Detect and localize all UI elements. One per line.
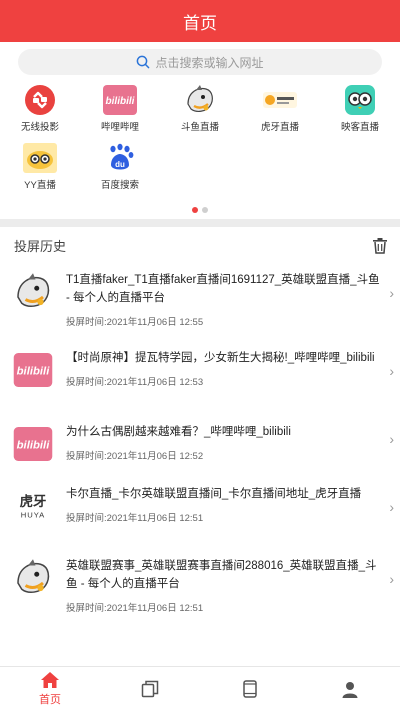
copy-icon (141, 680, 159, 698)
app-label: 虎牙直播 (260, 122, 299, 133)
bilibili-icon: bilibili (12, 423, 54, 465)
history-item-title: T1直播faker_T1直播faker直播间1691127_英雄联盟直播_斗鱼 … (66, 274, 380, 304)
app-cast[interactable]: 无线投影 (0, 85, 80, 143)
app-huya[interactable]: 虎牙直播 (240, 85, 320, 143)
history-item[interactable]: bilibili 为什么古偶剧越来越难看？_哔哩哔哩_bilibili 投屏时间… (0, 423, 400, 471)
tab-home-label: 首页 (39, 694, 61, 706)
tab-profile[interactable] (300, 667, 400, 711)
history-item-title: 卡尔直播_卡尔英雄联盟直播间_卡尔直播间地址_虎牙直播 (66, 488, 362, 500)
chevron-right-icon: › (389, 499, 394, 515)
history-item-time: 投屏时间:2021年11月06日 12:53 (66, 377, 204, 388)
page-dot (202, 207, 208, 213)
history-item-time: 投屏时间:2021年11月06日 12:51 (66, 603, 204, 614)
section-divider (0, 219, 400, 227)
svg-text:HUYA: HUYA (21, 510, 45, 519)
history-title: 投屏历史 (14, 238, 67, 254)
douyu-icon (12, 557, 54, 599)
svg-text:bilibili: bilibili (17, 440, 51, 452)
history-item-time: 投屏时间:2021年11月06日 12:52 (66, 451, 204, 462)
app-grid: 无线投影 bilibili 哔哩哔哩 斗鱼直播 虎牙直播 映客直播 YY直播 d… (0, 75, 400, 201)
bilibili-icon: bilibili (103, 85, 137, 115)
svg-text:虎牙: 虎牙 (20, 493, 47, 509)
app-yy[interactable]: YY直播 (0, 143, 80, 201)
cast-icon (23, 85, 57, 115)
bilibili-icon: bilibili (12, 349, 54, 391)
douyu-icon (183, 85, 217, 115)
baidu-icon: du (103, 143, 137, 173)
top-bar: 首页 (0, 0, 400, 42)
douyu-icon (12, 271, 54, 313)
chevron-right-icon: › (389, 363, 394, 379)
history-header: 投屏历史 (0, 227, 400, 263)
history-item-time: 投屏时间:2021年11月06日 12:55 (66, 317, 204, 328)
trash-icon[interactable] (372, 237, 388, 254)
app-label: 无线投影 (20, 122, 59, 133)
history-item-time: 投屏时间:2021年11月06日 12:51 (66, 513, 204, 524)
history-item-title: 为什么古偶剧越来越难看？_哔哩哔哩_bilibili (66, 426, 291, 438)
search-bar[interactable]: 点击搜索或输入网址 (18, 49, 382, 75)
tab-home[interactable]: 首页 (0, 667, 100, 711)
chevron-right-icon: › (389, 285, 394, 301)
app-inke[interactable]: 映客直播 (320, 85, 400, 143)
chevron-right-icon: › (389, 571, 394, 587)
history-item-title: 英雄联盟赛事_英雄联盟赛事直播间288016_英雄联盟直播_斗鱼 - 每个人的直… (66, 560, 377, 590)
huya-icon: 虎牙 HUYA (12, 485, 54, 527)
tab-device[interactable] (200, 667, 300, 711)
huya-icon (263, 85, 297, 115)
app-label: 映客直播 (340, 122, 379, 133)
app-bilibili[interactable]: bilibili 哔哩哔哩 (80, 85, 160, 143)
history-item[interactable]: bilibili 【时尚原神】提瓦特学园，少女新生大揭秘!_哔哩哔哩_bilib… (0, 349, 400, 413)
chevron-right-icon: › (389, 431, 394, 447)
page-indicator (0, 207, 400, 213)
app-label: 斗鱼直播 (180, 122, 219, 133)
app-baidu[interactable]: du 百度搜索 (80, 143, 160, 201)
history-item[interactable]: 虎牙 HUYA 卡尔直播_卡尔英雄联盟直播间_卡尔直播间地址_虎牙直播 投屏时间:… (0, 485, 400, 545)
page-dot-active (192, 207, 198, 213)
svg-text:du: du (115, 160, 125, 169)
yy-icon (23, 143, 57, 173)
history-item[interactable]: 英雄联盟赛事_英雄联盟赛事直播间288016_英雄联盟直播_斗鱼 - 每个人的直… (0, 557, 400, 619)
user-icon (342, 681, 358, 698)
bottom-tab-bar: 首页 (0, 666, 400, 711)
history-item[interactable]: T1直播faker_T1直播faker直播间1691127_英雄联盟直播_斗鱼 … (0, 271, 400, 343)
tab-history[interactable] (100, 667, 200, 711)
page-title: 首页 (183, 13, 217, 33)
search-icon (137, 55, 150, 69)
search-placeholder: 点击搜索或输入网址 (155, 55, 264, 70)
app-label: 百度搜索 (100, 180, 139, 191)
svg-text:bilibili: bilibili (17, 366, 51, 378)
inke-icon (343, 85, 377, 115)
home-icon (41, 672, 59, 688)
app-label: 哔哩哔哩 (100, 122, 139, 133)
app-douyu[interactable]: 斗鱼直播 (160, 85, 240, 143)
history-list: T1直播faker_T1直播faker直播间1691127_英雄联盟直播_斗鱼 … (0, 271, 400, 619)
svg-text:bilibili: bilibili (106, 96, 135, 107)
app-label: YY直播 (24, 180, 56, 191)
history-item-title: 【时尚原神】提瓦特学园，少女新生大揭秘!_哔哩哔哩_bilibili (66, 352, 375, 364)
phone-icon (243, 680, 257, 698)
